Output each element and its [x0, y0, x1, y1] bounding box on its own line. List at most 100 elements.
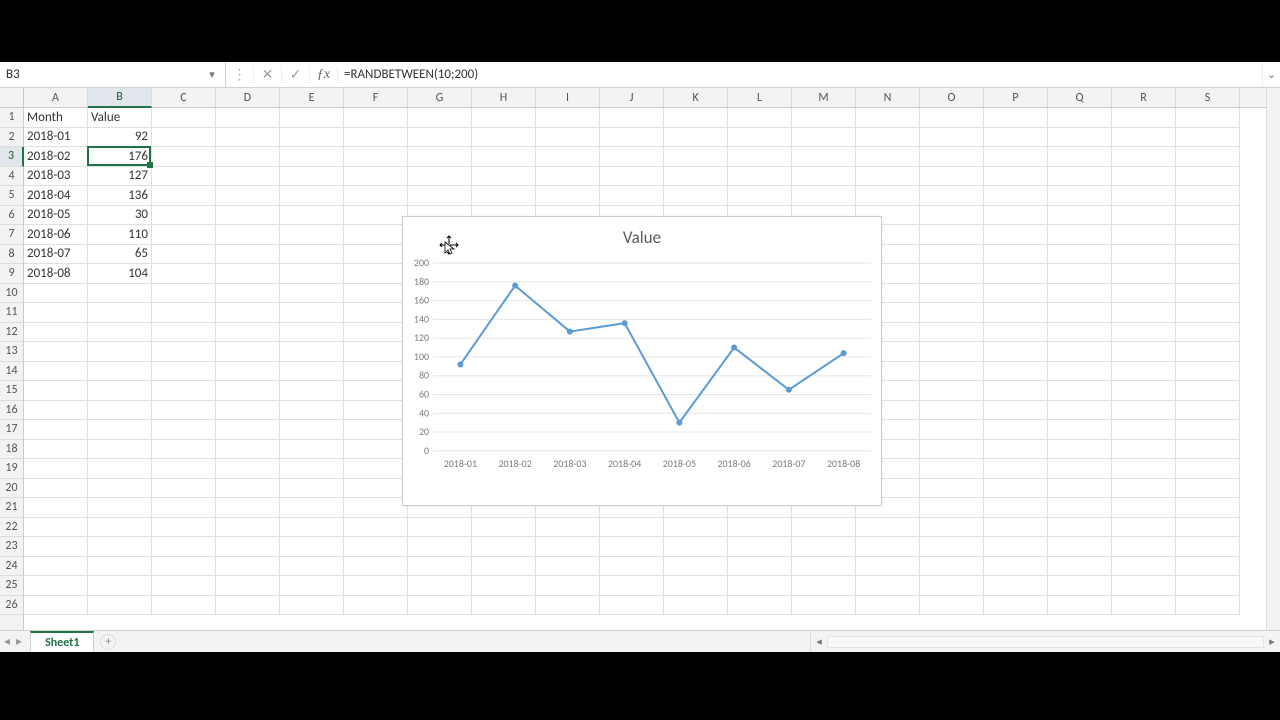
cell[interactable] — [1112, 362, 1176, 382]
cell[interactable] — [792, 167, 856, 187]
row-header[interactable]: 20 — [0, 479, 23, 499]
cell[interactable] — [664, 108, 728, 128]
cell[interactable] — [24, 323, 88, 343]
cell[interactable] — [1176, 596, 1240, 616]
cell[interactable] — [664, 557, 728, 577]
cell[interactable] — [152, 420, 216, 440]
chart-object[interactable]: Value 0204060801001201401601802002018-01… — [402, 216, 882, 506]
cell[interactable] — [792, 537, 856, 557]
column-header[interactable]: M — [792, 88, 856, 107]
row-header[interactable]: 15 — [0, 381, 23, 401]
column-header[interactable]: R — [1112, 88, 1176, 107]
column-header[interactable]: N — [856, 88, 920, 107]
cell[interactable] — [1048, 206, 1112, 226]
cell[interactable] — [856, 128, 920, 148]
cell[interactable] — [1048, 167, 1112, 187]
cell[interactable] — [472, 128, 536, 148]
cell[interactable]: 92 — [88, 128, 152, 148]
cell[interactable] — [344, 323, 408, 343]
cell[interactable] — [216, 518, 280, 538]
row-header[interactable]: 5 — [0, 186, 23, 206]
cell[interactable] — [472, 147, 536, 167]
cell[interactable] — [1048, 245, 1112, 265]
cell[interactable] — [728, 537, 792, 557]
cell[interactable] — [344, 147, 408, 167]
cell[interactable] — [280, 518, 344, 538]
row-header[interactable]: 1 — [0, 108, 23, 128]
cell[interactable] — [1176, 498, 1240, 518]
cell[interactable] — [1048, 342, 1112, 362]
row-header[interactable]: 6 — [0, 206, 23, 226]
column-header[interactable]: P — [984, 88, 1048, 107]
fx-icon[interactable]: ƒx — [310, 67, 338, 83]
cell[interactable]: 2018-08 — [24, 264, 88, 284]
cell[interactable]: 2018-01 — [24, 128, 88, 148]
cell[interactable] — [280, 401, 344, 421]
cell[interactable] — [984, 264, 1048, 284]
row-header[interactable]: 17 — [0, 420, 23, 440]
cell[interactable]: 30 — [88, 206, 152, 226]
vertical-scrollbar[interactable] — [1266, 88, 1280, 630]
cell[interactable] — [1112, 303, 1176, 323]
cell[interactable] — [344, 342, 408, 362]
cell[interactable] — [280, 576, 344, 596]
cell[interactable] — [728, 557, 792, 577]
cell[interactable] — [216, 167, 280, 187]
cell[interactable] — [1176, 342, 1240, 362]
cell[interactable] — [920, 147, 984, 167]
cell[interactable] — [664, 537, 728, 557]
cell[interactable] — [856, 576, 920, 596]
cell[interactable] — [408, 108, 472, 128]
cell[interactable] — [1048, 381, 1112, 401]
cell[interactable] — [280, 128, 344, 148]
cell[interactable] — [536, 576, 600, 596]
cell[interactable] — [408, 596, 472, 616]
cell[interactable] — [1176, 420, 1240, 440]
cell[interactable] — [88, 420, 152, 440]
cell[interactable] — [600, 147, 664, 167]
cell[interactable] — [920, 440, 984, 460]
cell[interactable] — [1112, 225, 1176, 245]
cell[interactable] — [408, 537, 472, 557]
cell[interactable] — [728, 128, 792, 148]
cell[interactable] — [664, 518, 728, 538]
cell[interactable] — [216, 557, 280, 577]
cell[interactable] — [472, 596, 536, 616]
cell[interactable] — [664, 147, 728, 167]
cell[interactable] — [24, 342, 88, 362]
cell[interactable] — [920, 167, 984, 187]
cell[interactable] — [152, 459, 216, 479]
cell[interactable] — [408, 557, 472, 577]
cell[interactable] — [984, 225, 1048, 245]
cell[interactable] — [984, 518, 1048, 538]
row-header[interactable]: 8 — [0, 245, 23, 265]
cell[interactable] — [1048, 225, 1112, 245]
cell[interactable] — [1048, 264, 1112, 284]
cell[interactable] — [216, 284, 280, 304]
cell[interactable] — [88, 362, 152, 382]
cell[interactable] — [88, 537, 152, 557]
cell[interactable] — [216, 108, 280, 128]
hscroll-left-icon[interactable]: ◂ — [811, 635, 827, 648]
cell[interactable] — [216, 479, 280, 499]
cell[interactable] — [856, 108, 920, 128]
cell[interactable] — [1176, 440, 1240, 460]
cell[interactable] — [536, 128, 600, 148]
cell[interactable] — [88, 518, 152, 538]
column-header[interactable]: E — [280, 88, 344, 107]
cell[interactable] — [984, 245, 1048, 265]
cell[interactable] — [792, 108, 856, 128]
cell[interactable] — [920, 323, 984, 343]
cell[interactable] — [1112, 284, 1176, 304]
cell[interactable] — [472, 186, 536, 206]
cell[interactable] — [344, 440, 408, 460]
cell[interactable] — [984, 537, 1048, 557]
row-header[interactable]: 18 — [0, 440, 23, 460]
cell[interactable] — [1048, 557, 1112, 577]
cell[interactable] — [88, 401, 152, 421]
cell[interactable] — [24, 362, 88, 382]
cell[interactable] — [1112, 440, 1176, 460]
column-header[interactable]: D — [216, 88, 280, 107]
row-header[interactable]: 7 — [0, 225, 23, 245]
cell[interactable] — [216, 323, 280, 343]
